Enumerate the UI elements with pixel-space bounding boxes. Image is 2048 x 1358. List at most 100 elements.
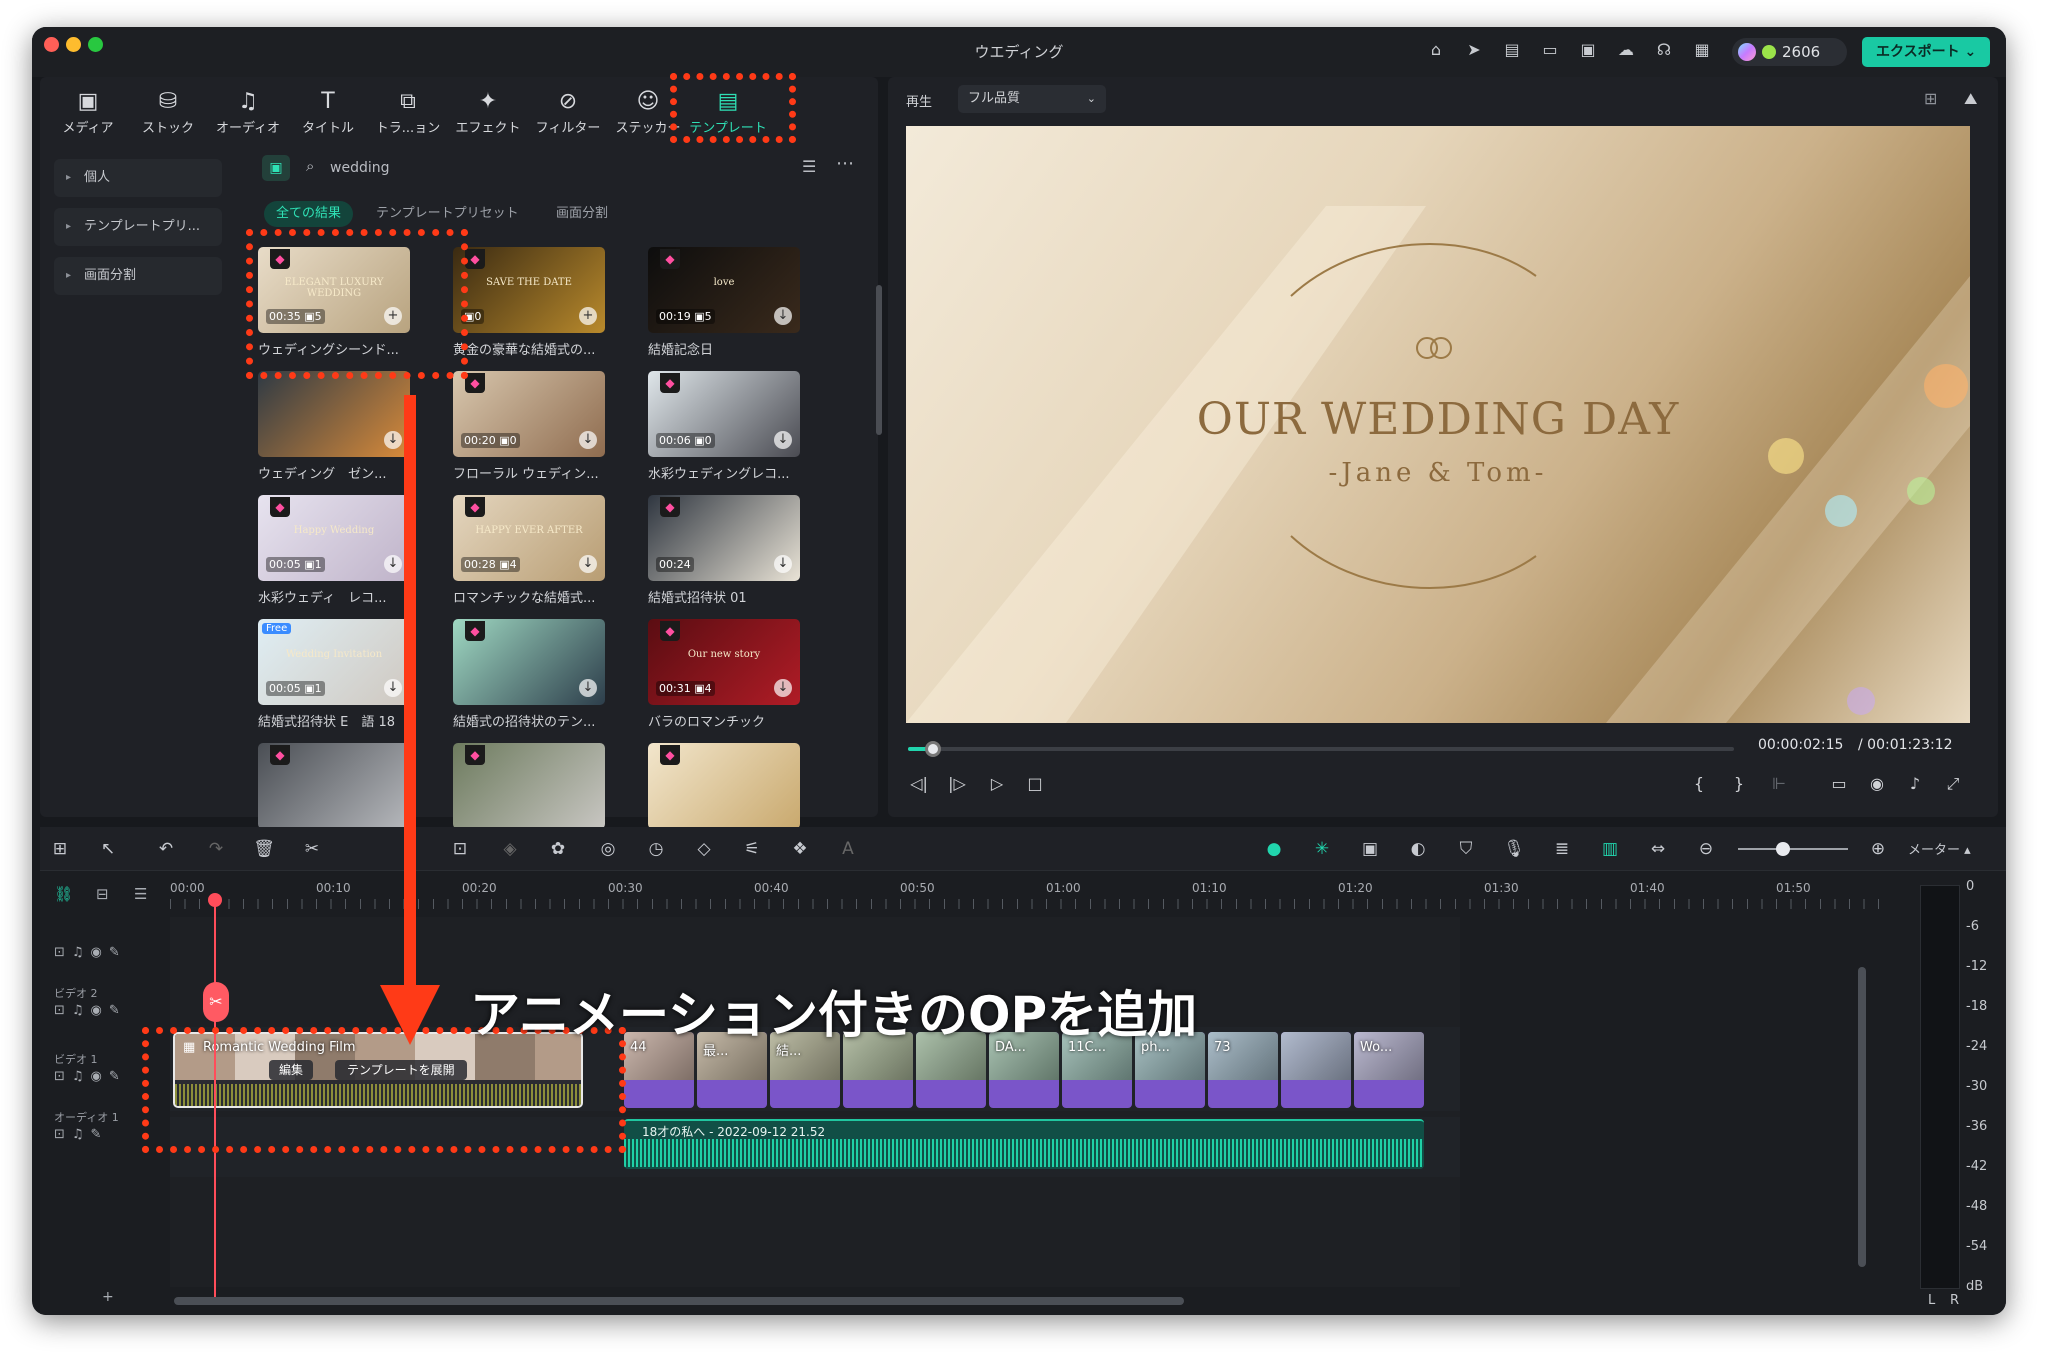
list-icon[interactable]: ≣ <box>1550 837 1574 861</box>
color-icon[interactable]: ✿ <box>546 837 570 861</box>
template-card[interactable]: love ◆ 00:19 ▣5 ↓ 結婚記念日 <box>648 247 800 363</box>
mask-icon[interactable]: ◈ <box>498 837 522 861</box>
download-icon[interactable]: ↓ <box>579 555 597 573</box>
template-card[interactable]: ◆ 00:06 ▣0 ↓ 水彩ウェディングレコ... <box>648 371 800 487</box>
next-frame-icon[interactable]: |▷ <box>946 773 968 795</box>
snapshot-view-icon[interactable]: ⛰ <box>1964 89 1977 109</box>
send-icon[interactable]: ➤ <box>1464 40 1484 60</box>
fullscreen-icon[interactable]: ⤢ <box>1942 773 1964 795</box>
download-icon[interactable]: ↓ <box>579 431 597 449</box>
track-controls[interactable]: ⊡♫◉✎ <box>54 945 127 960</box>
layout-icon[interactable]: ▭ <box>1540 40 1560 60</box>
tab-media[interactable]: ▣ メディア <box>48 87 128 147</box>
download-icon[interactable]: ↓ <box>579 679 597 697</box>
stop-icon[interactable]: □ <box>1024 773 1046 795</box>
template-card[interactable]: ◆ 00:20 ▣0 ↓ フローラル ウェディン... <box>453 371 605 487</box>
cloud-icon[interactable]: ☁ <box>1616 40 1636 60</box>
mark-out-icon[interactable]: } <box>1728 773 1750 795</box>
record-icon[interactable]: ▣ <box>1358 837 1382 861</box>
filter-tab[interactable]: 全ての結果 <box>264 201 354 227</box>
template-card[interactable]: ◆ 00:24 ↓ 結婚式招待状 01 <box>648 495 800 611</box>
video-clip[interactable]: Wo... <box>1354 1032 1424 1108</box>
sidebar-item[interactable]: テンプレートプリ... <box>54 208 222 246</box>
add-icon[interactable]: + <box>579 307 597 325</box>
zoom-slider-knob[interactable] <box>1776 842 1790 856</box>
gift-icon[interactable]: ⌂ <box>1426 40 1446 60</box>
template-library-icon[interactable]: ▣ <box>262 155 290 181</box>
video-clip[interactable]: 73 <box>1208 1032 1278 1108</box>
grid-view-icon[interactable]: ⊞ <box>1924 89 1937 108</box>
ai-icon[interactable]: ◎ <box>596 837 620 861</box>
credits-badge[interactable]: 2606 <box>1732 38 1847 66</box>
tab-transition[interactable]: ⧉ トラ...ョン <box>368 87 448 147</box>
adjust-icon[interactable]: ⚟ <box>740 837 764 861</box>
motion-icon[interactable]: ◐ <box>1406 837 1430 861</box>
shield-icon[interactable]: ⛉ <box>1454 837 1478 861</box>
select-tool-icon[interactable]: ↖ <box>96 837 120 861</box>
camera-icon[interactable]: ◉ <box>1866 773 1888 795</box>
filter-icon[interactable]: ☰ <box>802 157 816 176</box>
mark-in-icon[interactable]: { <box>1688 773 1710 795</box>
cut-icon[interactable]: ✂ <box>300 837 324 861</box>
snap-icon[interactable]: ✳ <box>1310 837 1334 861</box>
zoom-slider[interactable] <box>1738 842 1848 856</box>
tab-title[interactable]: T タイトル <box>288 87 368 147</box>
render-icon[interactable]: ● <box>1262 837 1286 861</box>
volume-icon[interactable]: ♪ <box>1904 773 1926 795</box>
apps-grid-icon[interactable]: ▦ <box>1692 40 1712 60</box>
add-track-icon[interactable]: + <box>102 1289 114 1305</box>
video-clip[interactable] <box>1281 1032 1351 1108</box>
undo-icon[interactable]: ↶ <box>154 837 178 861</box>
tab-audio[interactable]: ♫ オーディオ <box>208 87 288 147</box>
template-card[interactable]: ◆ ↓ 結婚式の招待状のテン... <box>453 619 605 735</box>
filter-tab[interactable]: 画面分割 <box>544 201 620 227</box>
auto-icon[interactable]: ▥ <box>1598 837 1622 861</box>
playback-progress[interactable] <box>908 741 1734 757</box>
avatar[interactable] <box>1738 43 1756 61</box>
filter-tab[interactable]: テンプレートプリセット <box>364 201 531 227</box>
track-controls[interactable]: ⊡♫✎ <box>54 1127 108 1142</box>
template-card[interactable]: Our new story ◆ 00:31 ▣4 ↓ バラのロマンチック <box>648 619 800 735</box>
redo-icon[interactable]: ↷ <box>204 837 228 861</box>
sidebar-item[interactable]: 個人 <box>54 159 222 197</box>
template-card[interactable]: SAVE THE DATE ◆ ▣0 + 黄金の豪華な結婚式の... <box>453 247 605 363</box>
delete-icon[interactable]: 🗑 <box>252 837 276 861</box>
download-icon[interactable]: ↓ <box>774 307 792 325</box>
play-tab[interactable]: 再生 <box>906 91 932 110</box>
link-icon[interactable]: ⛓ <box>54 885 73 903</box>
speed-icon[interactable]: ◷ <box>644 837 668 861</box>
mic-icon[interactable]: 🎙 <box>1502 837 1526 861</box>
sidebar-item[interactable]: 画面分割 <box>54 257 222 295</box>
track-controls[interactable]: ⊡♫◉✎ <box>54 1003 127 1018</box>
fit-icon[interactable]: ⇔ <box>1646 837 1670 861</box>
tab-stock[interactable]: ⛁ ストック <box>128 87 208 147</box>
quality-select[interactable]: フル品質 ⌄ <box>958 85 1106 113</box>
play-icon[interactable]: ▷ <box>986 773 1008 795</box>
template-card[interactable]: HAPPY EVER AFTER ◆ 00:28 ▣4 ↓ ロマンチックな結婚式... <box>453 495 605 611</box>
project-icon[interactable]: ▤ <box>1502 40 1522 60</box>
timeline-vscroll[interactable] <box>1858 967 1866 1267</box>
zoom-out-icon[interactable]: ⊖ <box>1694 837 1718 861</box>
track-manager-icon[interactable]: ☰ <box>134 885 147 903</box>
download-icon[interactable]: ↓ <box>774 679 792 697</box>
crop-icon[interactable]: ⊡ <box>448 837 472 861</box>
search-input[interactable]: wedding <box>330 160 390 176</box>
progress-knob[interactable] <box>924 741 941 757</box>
effect-icon[interactable]: ❖ <box>788 837 812 861</box>
tab-filter[interactable]: ⊘ フィルター <box>528 87 608 147</box>
keyframe-icon[interactable]: ◇ <box>692 837 716 861</box>
timeline-hscroll[interactable] <box>174 1297 1184 1305</box>
export-button[interactable]: エクスポート ⌄ <box>1862 37 1990 67</box>
prev-frame-icon[interactable]: ◁| <box>908 773 930 795</box>
track-controls[interactable]: ⊡♫◉✎ <box>54 1069 127 1084</box>
subtitle-icon[interactable]: A <box>836 837 860 861</box>
support-icon[interactable]: ☊ <box>1654 40 1674 60</box>
audio-clip[interactable]: 18才の私へ - 2022-09-12 21.52 <box>624 1119 1424 1169</box>
tab-effect[interactable]: ✦ エフェクト <box>448 87 528 147</box>
download-icon[interactable]: ↓ <box>774 431 792 449</box>
zoom-in-icon[interactable]: ⊕ <box>1866 837 1890 861</box>
panel-scrollbar[interactable] <box>876 285 882 435</box>
marker-icon[interactable]: ⊩ <box>1768 773 1790 795</box>
layout-grid-icon[interactable]: ⊞ <box>48 837 72 861</box>
save-icon[interactable]: ▣ <box>1578 40 1598 60</box>
